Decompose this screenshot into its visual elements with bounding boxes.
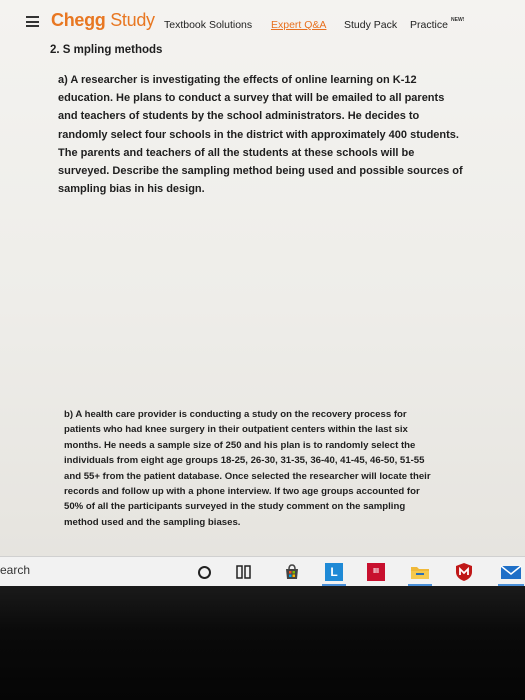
brand-chegg: Chegg <box>51 10 106 30</box>
chegg-study-logo[interactable]: Chegg Study <box>51 10 155 31</box>
menu-icon[interactable] <box>26 16 39 27</box>
l-app-icon[interactable]: L <box>322 561 346 583</box>
mail-icon[interactable] <box>498 561 524 583</box>
nav-textbook-solutions[interactable]: Textbook Solutions <box>164 19 252 31</box>
nav-expert-qa[interactable]: Expert Q&A <box>271 19 326 31</box>
cortana-icon[interactable] <box>194 561 214 583</box>
red-app-icon[interactable]: III <box>364 561 388 583</box>
mcafee-icon[interactable] <box>452 561 476 583</box>
brand-study: Study <box>110 10 155 30</box>
red-app-text: III <box>367 563 385 581</box>
question-title: 2. S mpling methods <box>50 44 163 56</box>
nav-study-pack[interactable]: Study Pack <box>344 19 397 31</box>
task-view-icon[interactable] <box>234 561 254 583</box>
file-explorer-icon[interactable] <box>408 561 432 583</box>
question-part-b: b) A health care provider is conducting … <box>64 409 431 528</box>
chegg-header: Chegg Study Textbook Solutions Expert Q&… <box>0 0 525 40</box>
l-app-letter: L <box>325 563 343 581</box>
store-icon[interactable] <box>282 561 302 583</box>
browser-page: Chegg Study Textbook Solutions Expert Q&… <box>0 0 525 556</box>
monitor-bezel <box>0 586 525 700</box>
question-part-a: a) A researcher is investigating the eff… <box>58 74 463 196</box>
windows-taskbar: earch L III <box>0 556 525 586</box>
nav-practice[interactable]: Practice <box>410 19 448 31</box>
new-badge: NEW! <box>451 17 465 23</box>
taskbar-search[interactable]: earch <box>0 563 30 577</box>
